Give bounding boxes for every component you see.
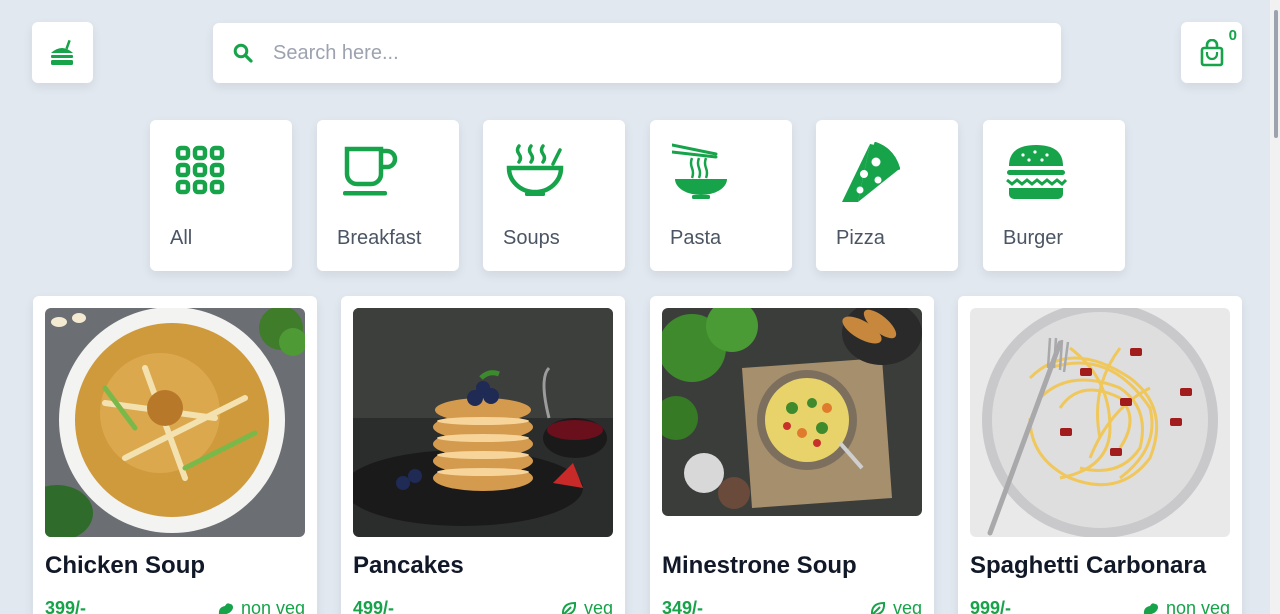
food-type-label: non veg: [240, 598, 305, 614]
food-type-label: veg: [892, 598, 922, 614]
chicken-icon: [218, 602, 233, 614]
food-price: 999/-: [970, 598, 1012, 614]
scrollbar-thumb[interactable]: [1274, 10, 1278, 138]
chicken-icon: [1143, 602, 1158, 614]
food-type-tag: non veg: [1142, 598, 1230, 614]
logo-button[interactable]: [32, 22, 93, 83]
food-title: Minestrone Soup: [662, 552, 857, 579]
search-input[interactable]: [273, 41, 973, 65]
shopping-bag-icon: [1200, 38, 1223, 66]
food-type-tag: non veg: [217, 598, 305, 614]
food-card-spaghetti-carbonara[interactable]: Spaghetti Carbonara 999/- non veg: [958, 296, 1242, 614]
category-breakfast[interactable]: Breakfast: [317, 120, 459, 271]
food-price: 399/-: [45, 598, 87, 614]
category-pizza[interactable]: Pizza: [816, 120, 958, 271]
category-label: Pizza: [836, 227, 885, 249]
food-image-pancakes: [353, 308, 613, 537]
category-soups[interactable]: Soups: [483, 120, 625, 271]
food-type-tag: veg: [869, 598, 922, 614]
food-type-label: veg: [583, 598, 613, 614]
food-price: 349/-: [662, 598, 704, 614]
grid-icon: [175, 145, 225, 195]
food-title: Chicken Soup: [45, 552, 206, 579]
cart-count-badge: 0: [1228, 27, 1237, 44]
fastfood-logo-icon: [50, 39, 73, 65]
category-label: Soups: [503, 227, 560, 249]
category-burger[interactable]: Burger: [983, 120, 1125, 271]
category-label: Pasta: [670, 227, 722, 249]
category-label: All: [170, 227, 193, 249]
category-label: Breakfast: [337, 227, 422, 249]
food-title: Pancakes: [353, 552, 464, 579]
pizza-slice-icon: [842, 142, 900, 202]
food-image-chicken-soup: [45, 308, 305, 537]
category-label: Burger: [1003, 227, 1064, 249]
leaf-icon: [870, 601, 885, 614]
food-image-spaghetti-carbonara: [970, 308, 1230, 537]
food-card-minestrone-soup[interactable]: Minestrone Soup 349/- veg: [650, 296, 934, 614]
search-icon: [233, 43, 253, 63]
food-card-chicken-soup[interactable]: Chicken Soup 399/- non veg: [33, 296, 317, 614]
search-bar[interactable]: [213, 23, 1061, 83]
food-title: Spaghetti Carbonara: [970, 552, 1207, 579]
coffee-cup-icon: [343, 146, 398, 196]
noodle-bowl-icon: [672, 143, 727, 199]
food-type-tag: veg: [560, 598, 613, 614]
food-type-label: non veg: [1165, 598, 1230, 614]
food-image-minestrone-soup: [662, 308, 922, 516]
leaf-icon: [561, 601, 576, 614]
food-price: 499/-: [353, 598, 395, 614]
category-pasta[interactable]: Pasta: [650, 120, 792, 271]
soup-bowl-icon: [506, 144, 564, 196]
category-all[interactable]: All: [150, 120, 292, 271]
burger-icon: [1006, 145, 1067, 199]
food-card-pancakes[interactable]: Pancakes 499/- veg: [341, 296, 625, 614]
cart-button[interactable]: 0: [1181, 22, 1242, 83]
